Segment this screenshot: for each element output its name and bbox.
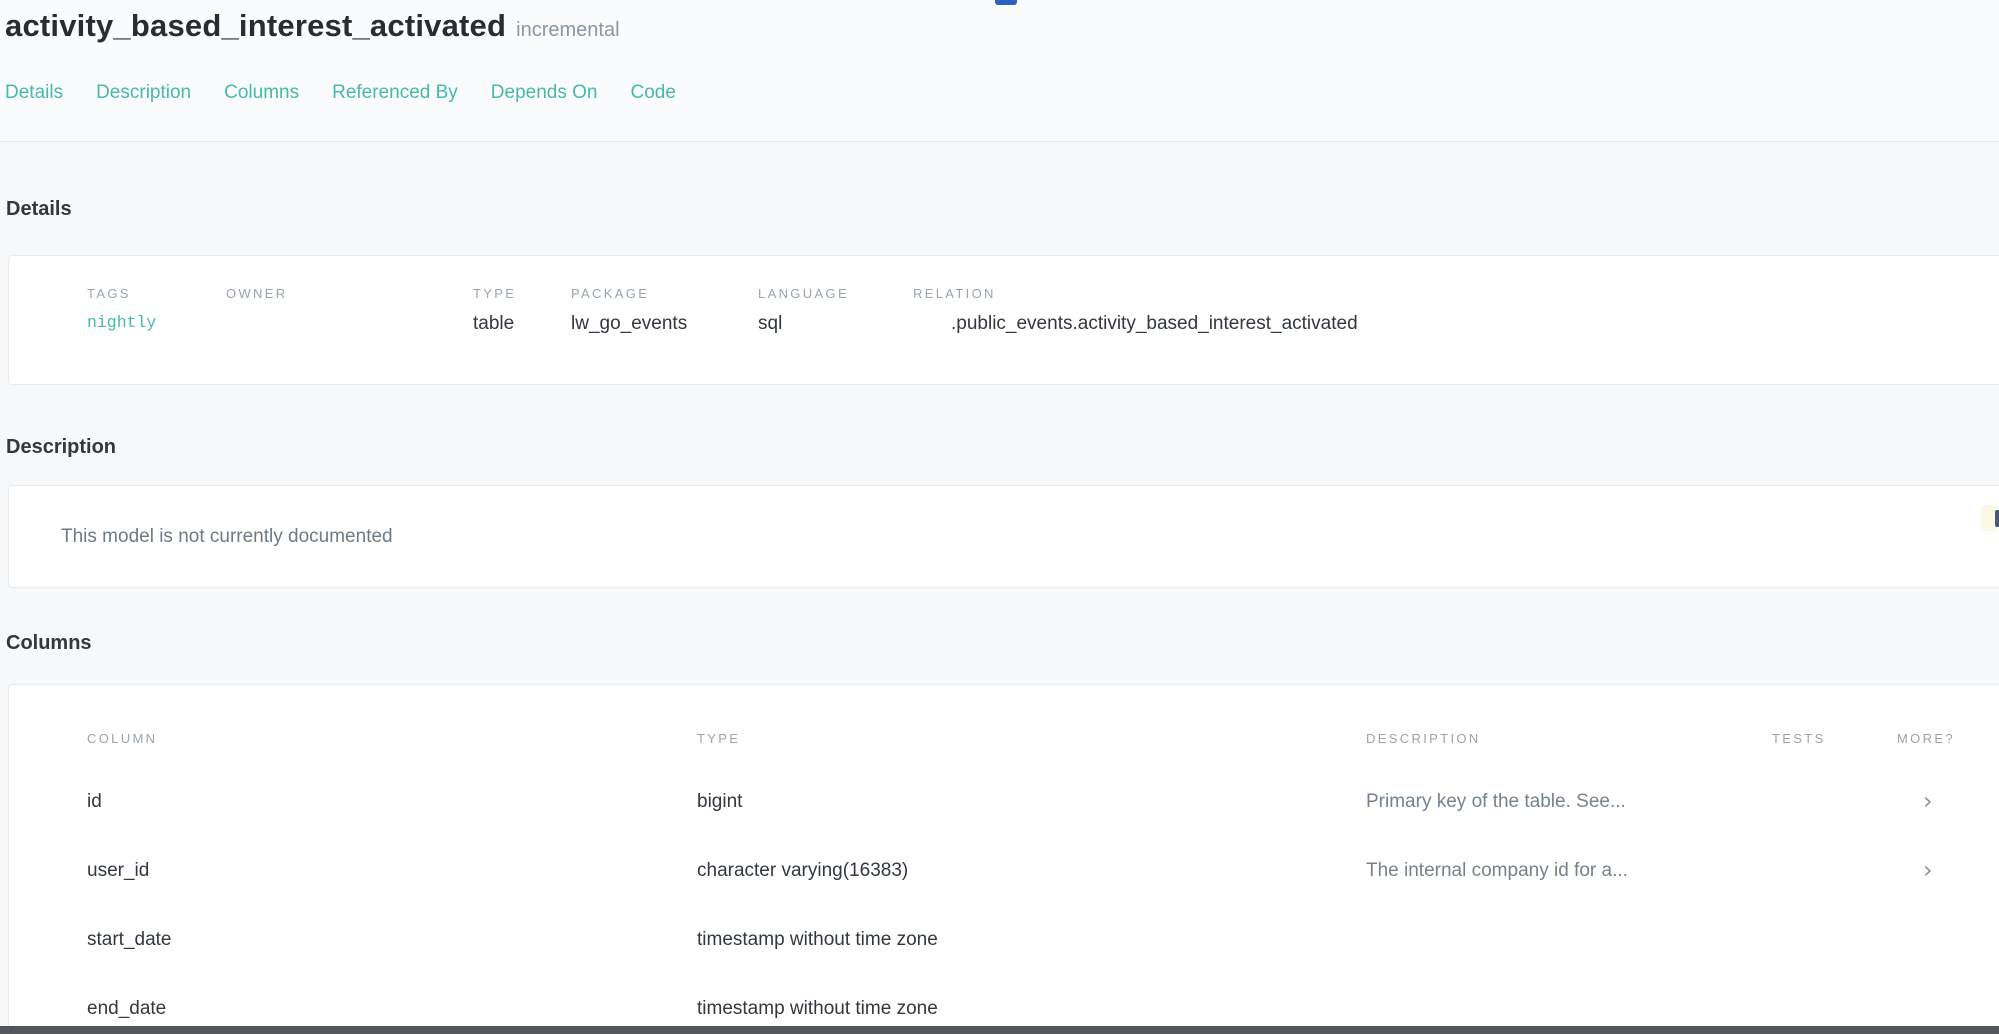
header-column: COLUMN xyxy=(87,731,697,746)
tab-depends-on[interactable]: Depends On xyxy=(491,82,598,104)
header-more: MORE? xyxy=(1897,731,1997,746)
type-value: table xyxy=(473,313,571,335)
description-card: This model is not currently documented xyxy=(8,485,1999,588)
language-value: sql xyxy=(758,313,913,335)
tag-nightly-link[interactable]: nightly xyxy=(87,313,226,332)
tab-description[interactable]: Description xyxy=(96,82,191,104)
type-label: TYPE xyxy=(473,286,571,301)
details-fields-row: TAGS nightly OWNER TYPE table PACKAGE lw… xyxy=(87,286,1999,335)
column-more-cell: › xyxy=(1897,789,1997,814)
tab-details[interactable]: Details xyxy=(5,82,63,104)
columns-table-header: COLUMN TYPE DESCRIPTION TESTS MORE? xyxy=(87,721,1999,755)
language-label: LANGUAGE xyxy=(758,286,913,301)
tab-code[interactable]: Code xyxy=(630,82,675,104)
description-text: This model is not currently documented xyxy=(61,526,393,548)
columns-table-body: id bigint Primary key of the table. See.… xyxy=(87,767,1999,1034)
column-type-cell: timestamp without time zone xyxy=(697,998,1366,1020)
relation-value: .public_events.activity_based_interest_a… xyxy=(913,313,1999,335)
field-package: PACKAGE lw_go_events xyxy=(571,286,758,335)
column-name-cell: id xyxy=(87,791,697,813)
relation-label: RELATION xyxy=(913,286,1999,301)
description-section-heading: Description xyxy=(6,385,1999,459)
field-owner: OWNER xyxy=(226,286,473,335)
window-bottom-edge xyxy=(0,1026,1999,1034)
tab-columns[interactable]: Columns xyxy=(224,82,299,104)
tags-label: TAGS xyxy=(87,286,226,301)
column-type-cell: timestamp without time zone xyxy=(697,929,1366,951)
field-type: TYPE table xyxy=(473,286,571,335)
column-name-cell: end_date xyxy=(87,998,697,1020)
main-content: Details TAGS nightly OWNER TYPE table PA… xyxy=(0,142,1999,1034)
column-description-cell: The internal company id for a... xyxy=(1366,860,1772,882)
tab-referenced-by[interactable]: Referenced By xyxy=(332,82,458,104)
details-section-heading: Details xyxy=(6,142,1999,221)
page-title: activity_based_interest_activated xyxy=(5,8,506,44)
expand-row-chevron-icon[interactable]: › xyxy=(1923,787,1933,815)
section-nav: Details Description Columns Referenced B… xyxy=(5,82,1999,104)
column-name-cell: user_id xyxy=(87,860,697,882)
table-row[interactable]: start_date timestamp without time zone xyxy=(87,905,1999,974)
package-label: PACKAGE xyxy=(571,286,758,301)
clipped-link-fragment xyxy=(995,0,1017,5)
table-row[interactable]: id bigint Primary key of the table. See.… xyxy=(87,767,1999,836)
header-tests: TESTS xyxy=(1772,731,1897,746)
header-description: DESCRIPTION xyxy=(1366,731,1772,746)
field-relation: RELATION .public_events.activity_based_i… xyxy=(913,286,1999,335)
owner-label: OWNER xyxy=(226,286,473,301)
column-name-cell: start_date xyxy=(87,929,697,951)
column-more-cell: › xyxy=(1897,858,1997,883)
column-type-cell: bigint xyxy=(697,791,1366,813)
table-row[interactable]: user_id character varying(16383) The int… xyxy=(87,836,1999,905)
columns-section-heading: Columns xyxy=(6,588,1999,655)
table-row[interactable]: end_date timestamp without time zone xyxy=(87,974,1999,1034)
details-card: TAGS nightly OWNER TYPE table PACKAGE lw… xyxy=(8,255,1999,385)
clipped-floating-button-edge xyxy=(1995,510,1999,527)
column-type-cell: character varying(16383) xyxy=(697,860,1366,882)
field-tags: TAGS nightly xyxy=(87,286,226,335)
column-description-cell: Primary key of the table. See... xyxy=(1366,791,1772,813)
title-row: activity_based_interest_activated increm… xyxy=(5,8,1999,44)
expand-row-chevron-icon[interactable]: › xyxy=(1923,856,1933,884)
field-language: LANGUAGE sql xyxy=(758,286,913,335)
columns-card: COLUMN TYPE DESCRIPTION TESTS MORE? id b… xyxy=(8,684,1999,1034)
materialization-badge: incremental xyxy=(516,19,619,42)
header-type: TYPE xyxy=(697,731,1366,746)
package-value: lw_go_events xyxy=(571,313,758,335)
page-header: activity_based_interest_activated increm… xyxy=(0,0,1999,142)
